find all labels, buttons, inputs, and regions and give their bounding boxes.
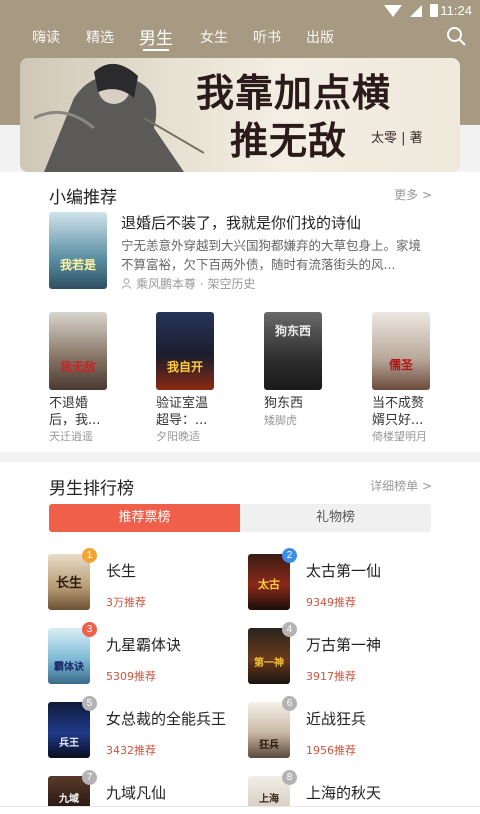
book-title[interactable]: 不退婚后，我...: [49, 395, 113, 429]
signal-icon: [410, 5, 422, 17]
banner-author: 太零 | 著: [371, 131, 423, 146]
tab-audiobook[interactable]: 听书: [253, 27, 281, 47]
book-author: 天迁逍遥: [49, 430, 93, 443]
featured-book-author-category: 乘风鹏本尊 · 架空历史: [136, 277, 256, 291]
more-link[interactable]: 更多 >: [394, 186, 432, 203]
banner-title-line1: 我靠加点横: [196, 70, 392, 115]
book-cover[interactable]: 我无敌: [49, 312, 107, 390]
book-title: 九星霸体诀: [106, 636, 182, 654]
featured-book-title[interactable]: 退婚后不装了，我就是你们找的诗仙: [121, 212, 361, 233]
status-time: 11:24: [440, 3, 472, 18]
rank-badge: 2: [282, 548, 297, 563]
book-cover[interactable]: 我若是: [49, 212, 107, 289]
top-nav: 嗨读 精选 男生 女生 听书 出版: [0, 22, 480, 52]
tab-gifts[interactable]: 礼物榜: [240, 504, 431, 532]
book-cover[interactable]: 狗东西: [264, 312, 322, 390]
book-cover: 霸体诀: [48, 628, 90, 684]
bottom-tab-bar[interactable]: [0, 806, 480, 814]
book-title: 女总裁的全能兵王: [106, 710, 227, 728]
search-icon[interactable]: [446, 26, 466, 46]
promo-banner[interactable]: 我靠加点横 推无敌 太零 | 著: [20, 58, 460, 172]
tab-female[interactable]: 女生: [200, 27, 228, 47]
tab-featured[interactable]: 精选: [86, 27, 114, 47]
book-author: 矮脚虎: [264, 414, 297, 427]
book-title: 太古第一仙: [306, 562, 382, 580]
book-title[interactable]: 狗东西: [264, 395, 328, 412]
vote-count: 3432推荐: [106, 744, 156, 757]
person-icon: [121, 278, 132, 289]
book-cover: 狂兵: [248, 702, 290, 758]
editor-picks-section: 小编推荐 更多 > 我若是 退婚后不装了，我就是你们找的诗仙 宁无恙意外穿越到大…: [0, 172, 480, 452]
book-title: 上海的秋天: [306, 784, 382, 802]
battery-icon: [430, 4, 438, 17]
book-title: 九域凡仙: [106, 784, 167, 802]
wifi-icon: [384, 5, 402, 17]
book-title: 近战狂兵: [306, 710, 367, 728]
rank-badge: 6: [282, 696, 297, 711]
rank-item[interactable]: 长生 1 长生 3万推荐: [48, 548, 238, 614]
book-cover: 太古: [248, 554, 290, 610]
book-title[interactable]: 验证室温超导：...: [156, 395, 220, 429]
ranking-tabs: 推荐票榜 礼物榜: [49, 504, 431, 532]
book-cover: 兵王: [48, 702, 90, 758]
status-bar: 11:24: [0, 0, 480, 22]
banner-title-line2: 推无敌: [230, 118, 348, 163]
book-cover: 长生: [48, 554, 90, 610]
book-title: 长生: [106, 562, 137, 580]
featured-book-meta: 乘风鹏本尊 · 架空历史: [121, 275, 255, 292]
featured-book-description: 宁无恙意外穿越到大兴国狗都嫌弃的大草包身上。家境不算富裕，欠下百两外债，随时有流…: [121, 238, 422, 272]
active-tab-indicator: [143, 49, 169, 51]
tab-male[interactable]: 男生: [139, 24, 173, 49]
rank-badge: 5: [82, 696, 97, 711]
vote-count: 3917推荐: [306, 670, 356, 683]
rank-badge: 1: [82, 548, 97, 563]
tab-publishing[interactable]: 出版: [306, 27, 334, 47]
rank-item[interactable]: 太古 2 太古第一仙 9349推荐: [248, 548, 438, 614]
vote-count: 5309推荐: [106, 670, 156, 683]
detail-list-link[interactable]: 详细榜单 >: [370, 477, 432, 494]
section-title: 男生排行榜: [49, 479, 134, 499]
rank-item[interactable]: 霸体诀 3 九星霸体诀 5309推荐: [48, 622, 238, 688]
banner-illustration: [34, 63, 204, 172]
vote-count: 3万推荐: [106, 596, 146, 609]
book-author: 倚楼望明月: [372, 430, 427, 443]
book-cover[interactable]: 儒圣: [372, 312, 430, 390]
book-title: 万古第一神: [306, 636, 382, 654]
rank-badge: 7: [82, 770, 97, 785]
rank-item[interactable]: 第一神 4 万古第一神 3917推荐: [248, 622, 438, 688]
tab-haidu[interactable]: 嗨读: [32, 27, 60, 47]
vote-count: 9349推荐: [306, 596, 356, 609]
section-title: 小编推荐: [49, 188, 117, 208]
male-ranking-section: 男生排行榜 详细榜单 > 推荐票榜 礼物榜 长生 1 长生 3万推荐 太古 2 …: [0, 462, 480, 814]
book-author: 夕阳晚适: [156, 430, 200, 443]
tab-recommend-votes[interactable]: 推荐票榜: [49, 504, 240, 532]
book-cover: 第一神: [248, 628, 290, 684]
rank-item[interactable]: 兵王 5 女总裁的全能兵王 3432推荐: [48, 696, 238, 762]
rank-badge: 4: [282, 622, 297, 637]
vote-count: 1956推荐: [306, 744, 356, 757]
rank-badge: 8: [282, 770, 297, 785]
book-title[interactable]: 当不成赘婿只好...: [372, 395, 436, 429]
book-cover[interactable]: 我自开: [156, 312, 214, 390]
rank-badge: 3: [82, 622, 97, 637]
rank-item[interactable]: 狂兵 6 近战狂兵 1956推荐: [248, 696, 438, 762]
